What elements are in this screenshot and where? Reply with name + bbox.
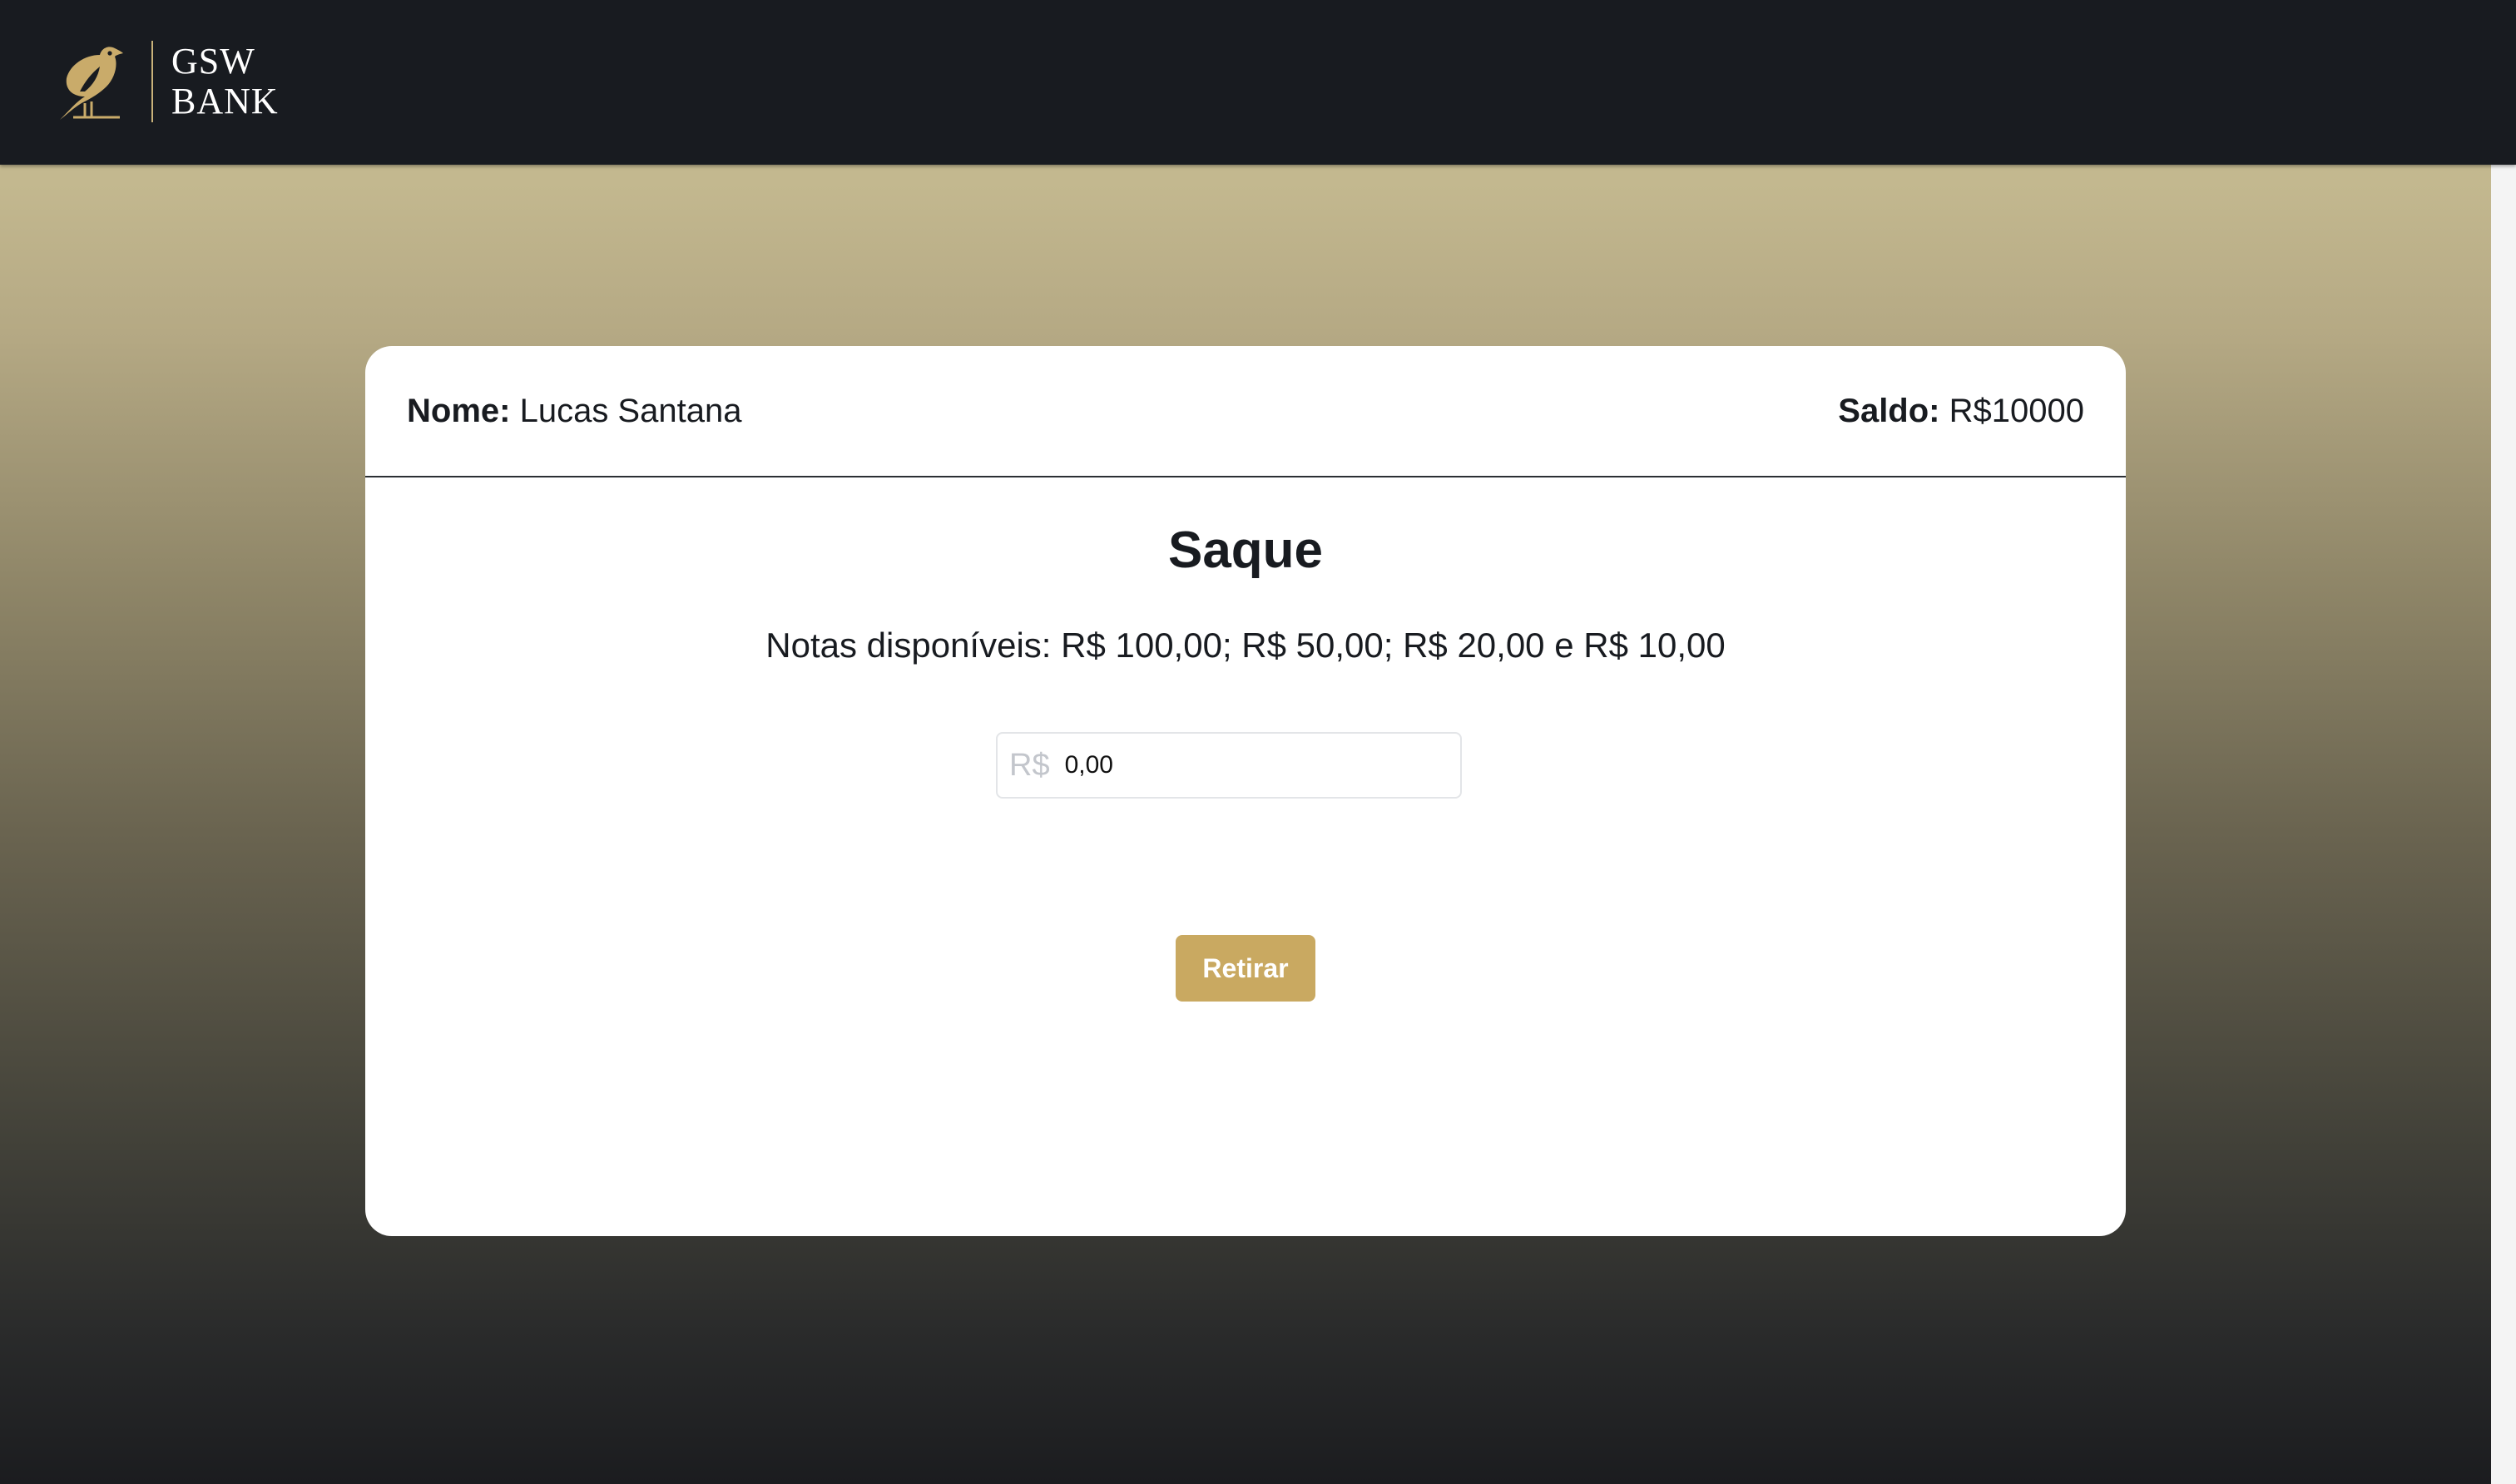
logo-divider bbox=[151, 41, 153, 122]
name-value: Lucas Santana bbox=[519, 392, 742, 429]
top-navbar: GSW BANK bbox=[0, 0, 2516, 165]
scrollbar[interactable] bbox=[2491, 163, 2516, 1484]
account-name: Nome: Lucas Santana bbox=[407, 393, 741, 430]
balance-label: Saldo: bbox=[1838, 392, 1940, 429]
withdraw-button[interactable]: Retirar bbox=[1176, 935, 1315, 1002]
balance-value: R$10000 bbox=[1949, 392, 2084, 429]
brand-name-line1: GSW bbox=[171, 41, 255, 82]
account-balance: Saldo: R$10000 bbox=[1838, 393, 2084, 430]
brand-logo[interactable]: GSW BANK bbox=[48, 38, 279, 125]
brand-name: GSW BANK bbox=[171, 42, 279, 121]
amount-input[interactable] bbox=[1064, 751, 1398, 779]
page-title: Saque bbox=[1167, 522, 1324, 579]
account-header: Nome: Lucas Santana Saldo: R$10000 bbox=[365, 346, 2126, 477]
currency-prefix: R$ bbox=[1009, 747, 1050, 783]
page-background: Nome: Lucas Santana Saldo: R$10000 Saque… bbox=[0, 0, 2491, 1484]
available-notes-text: Notas disponíveis: R$ 100,00; R$ 50,00; … bbox=[765, 626, 1726, 665]
bird-icon bbox=[60, 47, 123, 120]
amount-field[interactable]: R$ bbox=[996, 732, 1462, 799]
brand-name-line2: BANK bbox=[171, 81, 279, 121]
name-label: Nome: bbox=[407, 392, 511, 429]
withdraw-card: Nome: Lucas Santana Saldo: R$10000 Saque… bbox=[365, 346, 2126, 1236]
